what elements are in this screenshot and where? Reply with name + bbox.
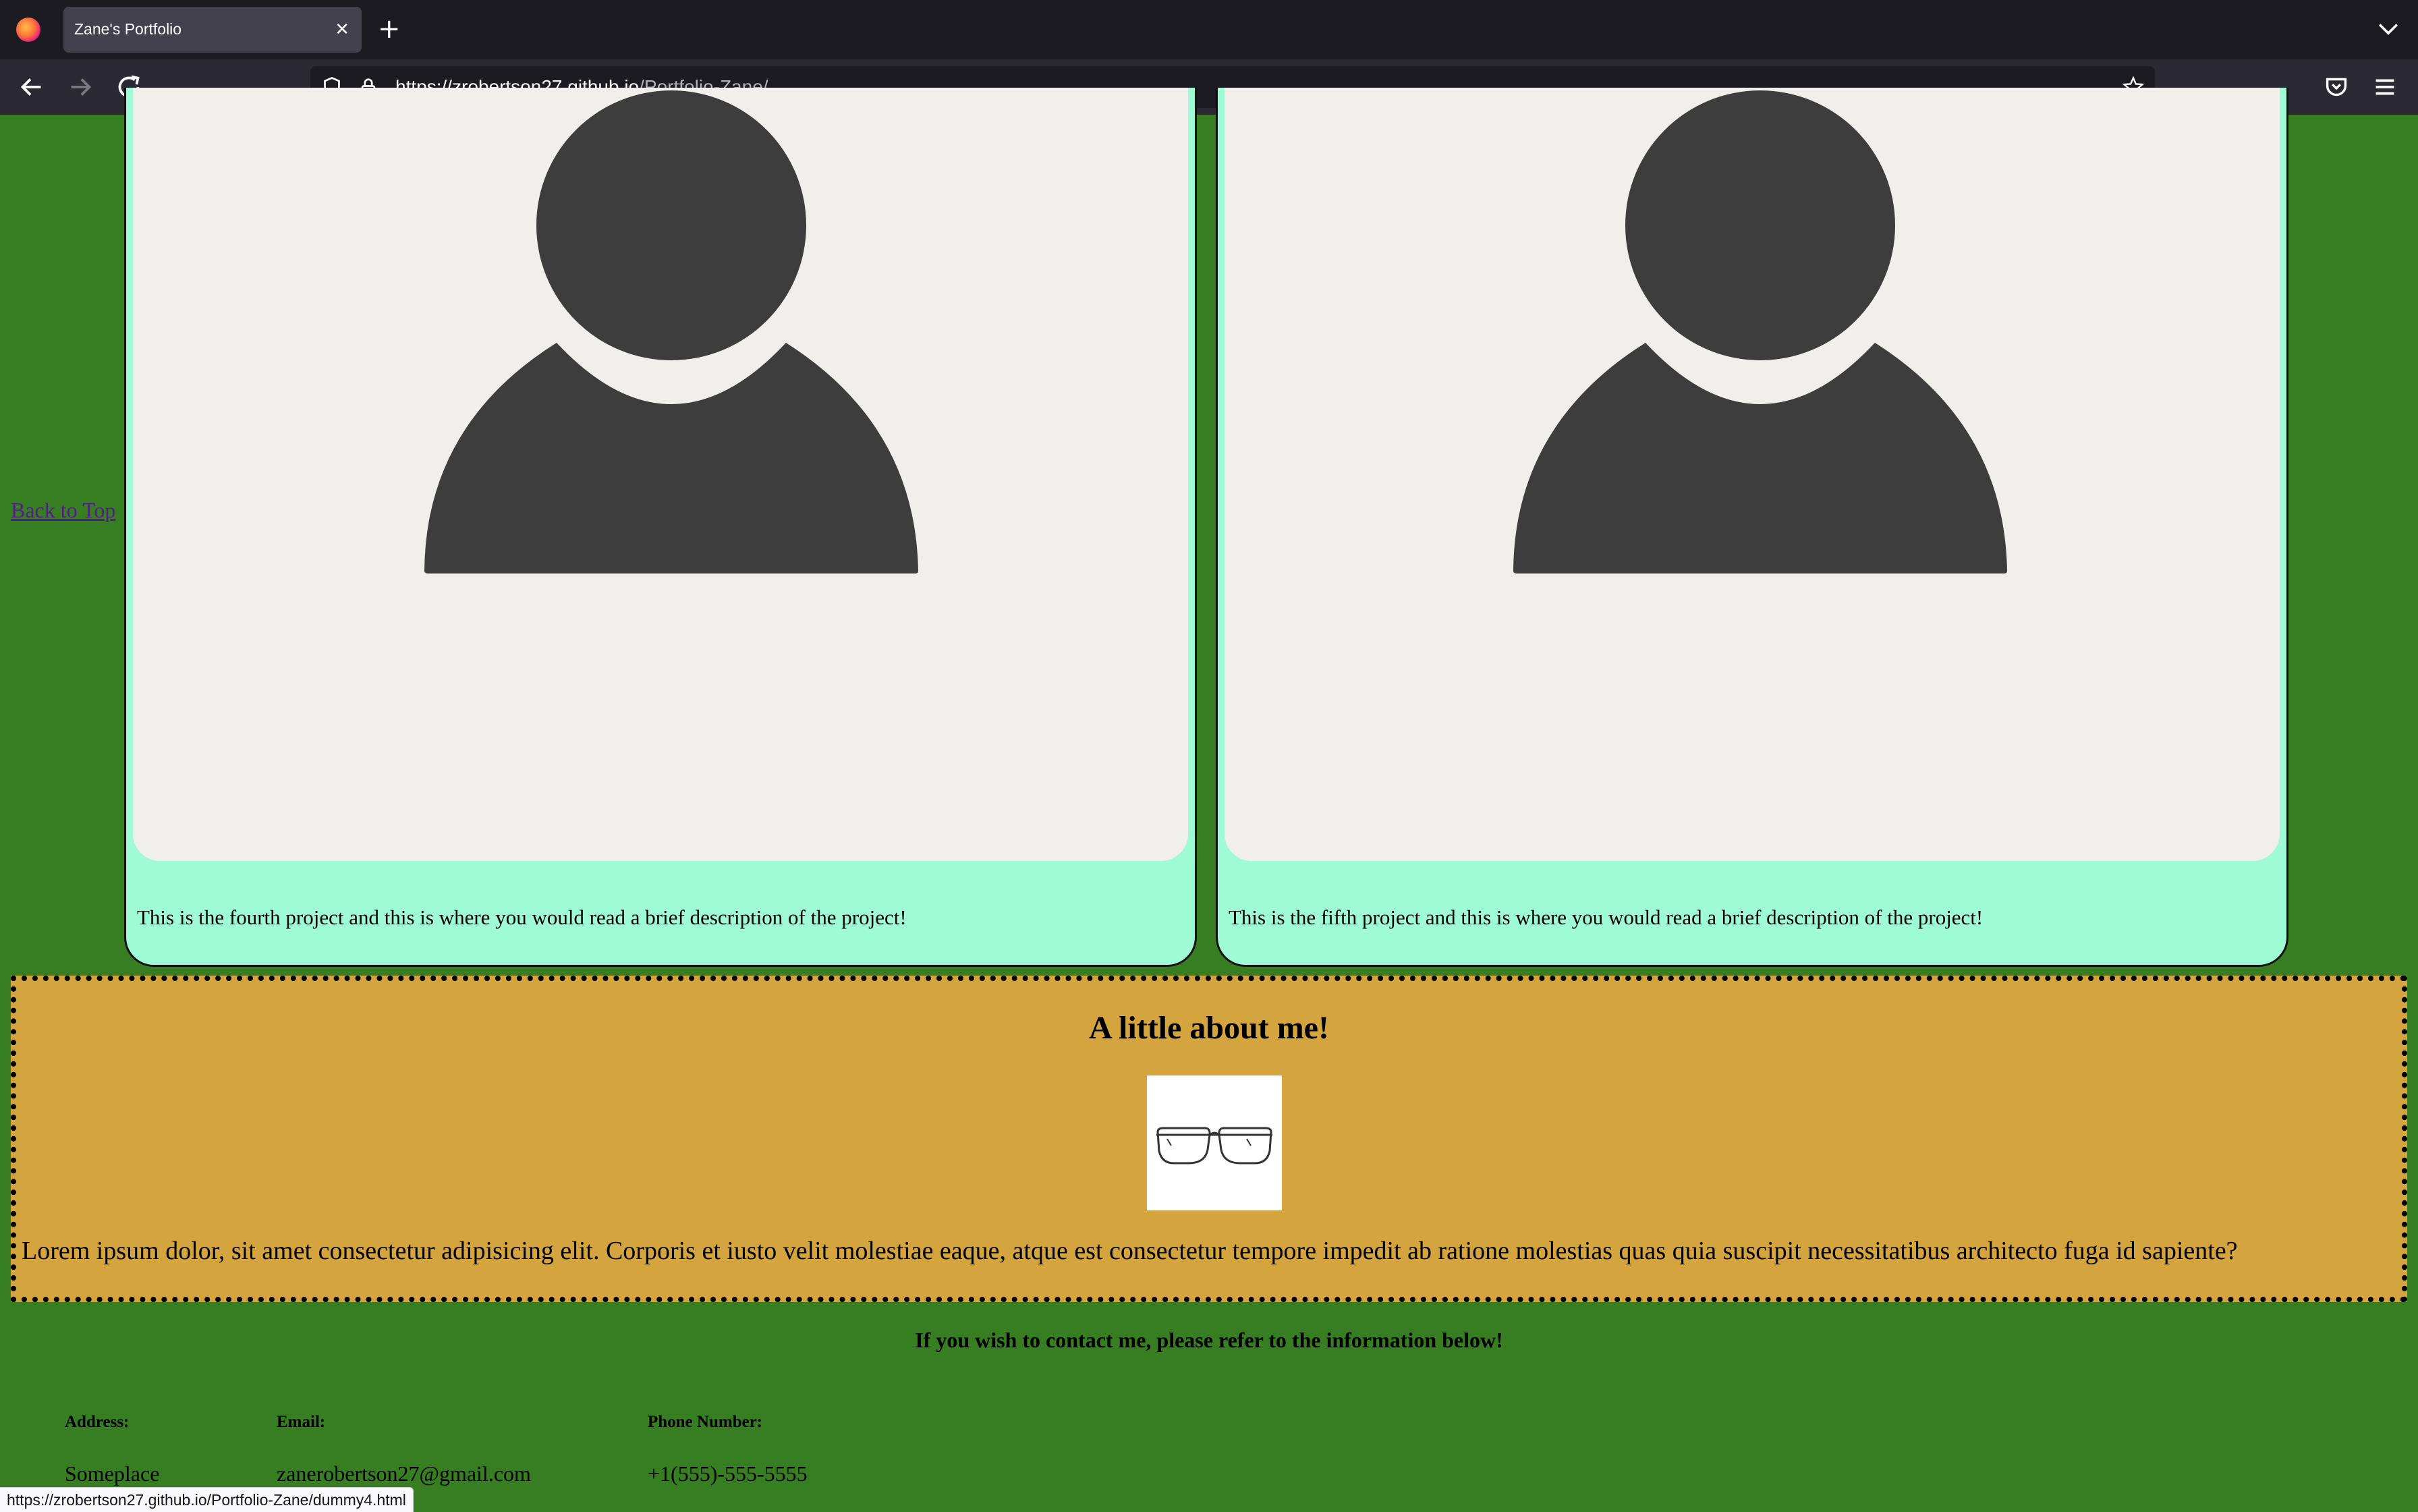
close-tab-icon[interactable]: ✕ (335, 16, 349, 43)
email-label: Email: (277, 1413, 326, 1431)
status-bar-url: https://zrobertson27.github.io/Portfolio… (0, 1487, 414, 1512)
user-placeholder-icon (1513, 90, 2007, 573)
back-arrow-icon[interactable] (16, 72, 47, 103)
tab-bar: Zane's Portfolio ✕ + (0, 0, 2418, 59)
phone-label: Phone Number: (648, 1413, 763, 1431)
contact-heading: If you wish to contact me, please refer … (915, 1328, 1503, 1352)
project-image[interactable] (1225, 88, 2280, 861)
email-value[interactable]: zanerobertson27@gmail.com (277, 1461, 531, 1486)
about-section: A little about me! Lorem ipsum dolor, si… (11, 976, 2407, 1302)
address-value: Someplace (65, 1461, 160, 1486)
glasses-image (1147, 1075, 1282, 1210)
pocket-icon[interactable] (2321, 72, 2352, 103)
chevron-down-icon[interactable] (2373, 13, 2403, 43)
forward-arrow-icon[interactable] (65, 72, 96, 103)
glasses-icon (1156, 1127, 1272, 1165)
about-text: Lorem ipsum dolor, sit amet consectetur … (22, 1237, 2238, 1265)
project-description: This is the fifth project and this is wh… (1229, 905, 1984, 929)
menu-icon[interactable] (2369, 72, 2400, 103)
user-placeholder-icon (416, 90, 918, 573)
about-title: A little about me! (1089, 1010, 1329, 1046)
back-to-top-link[interactable]: Back to Top (11, 498, 115, 523)
project-card-5[interactable]: This is the fifth project and this is wh… (1216, 88, 2288, 967)
tab-title: Zane's Portfolio (74, 20, 182, 38)
project-description: This is the fourth project and this is w… (137, 905, 907, 929)
firefox-logo-icon[interactable] (16, 18, 40, 42)
new-tab-button[interactable]: + (378, 12, 401, 46)
project-card-4[interactable]: This is the fourth project and this is w… (124, 88, 1197, 967)
tab-active[interactable]: Zane's Portfolio ✕ (63, 7, 362, 53)
address-label: Address: (65, 1413, 130, 1431)
phone-value: +1(555)-555-5555 (648, 1461, 808, 1486)
project-image[interactable] (133, 88, 1188, 861)
